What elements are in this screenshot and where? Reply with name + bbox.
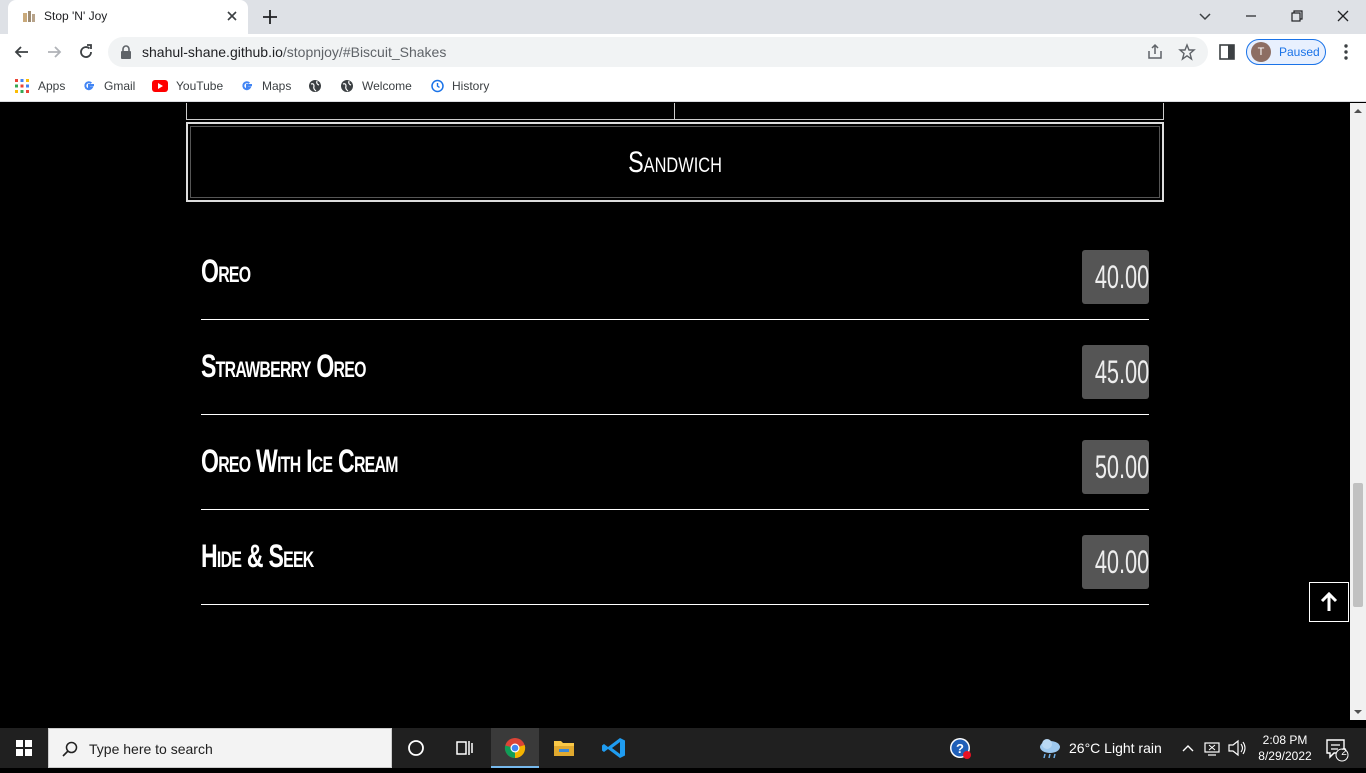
menu-item: Strawberry Oreo 45.00 bbox=[201, 320, 1149, 415]
tab-strip: Stop 'N' Joy bbox=[0, 0, 1366, 34]
tab-title: Stop 'N' Joy bbox=[44, 9, 108, 23]
item-name: Strawberry Oreo bbox=[201, 348, 366, 384]
google-icon bbox=[242, 81, 252, 91]
avatar: T bbox=[1251, 42, 1271, 62]
back-arrow-icon[interactable] bbox=[12, 42, 32, 62]
file-explorer-icon[interactable] bbox=[540, 728, 588, 768]
search-icon bbox=[62, 741, 78, 757]
chrome-icon bbox=[504, 738, 526, 759]
cortana-icon[interactable] bbox=[392, 728, 440, 768]
profile-status: Paused bbox=[1279, 45, 1320, 59]
arrow-up-icon bbox=[1320, 591, 1338, 611]
side-panel-icon[interactable] bbox=[1218, 43, 1236, 61]
bookmark-gmail[interactable]: Gmail bbox=[82, 76, 135, 96]
reload-icon[interactable] bbox=[76, 42, 96, 62]
lock-icon[interactable] bbox=[120, 45, 132, 59]
tab-search-chevron-icon[interactable] bbox=[1195, 6, 1215, 26]
chevron-up-icon[interactable] bbox=[1178, 728, 1198, 768]
forward-arrow-icon[interactable] bbox=[44, 42, 64, 62]
task-view-icon[interactable] bbox=[440, 728, 488, 768]
url-text[interactable]: shahul-shane.github.io/stopnjoy/#Biscuit… bbox=[142, 44, 446, 60]
search-placeholder: Type here to search bbox=[89, 741, 213, 757]
bookmark-youtube[interactable]: YouTube bbox=[152, 76, 223, 96]
system-clock[interactable]: 2:08 PM 8/29/2022 bbox=[1248, 732, 1322, 764]
item-price: 40.00 bbox=[1082, 250, 1149, 304]
globe-icon bbox=[341, 80, 353, 92]
page-bottom-edge bbox=[0, 720, 1350, 728]
item-price: 50.00 bbox=[1082, 440, 1149, 494]
clock-time: 2:08 PM bbox=[1262, 733, 1308, 747]
chrome-taskbar-button[interactable] bbox=[491, 728, 539, 768]
help-icon[interactable]: ? bbox=[945, 728, 977, 768]
item-name: Oreo With Ice Cream bbox=[201, 443, 398, 479]
globe-icon bbox=[309, 80, 321, 92]
section-header: Sandwich bbox=[186, 122, 1164, 202]
item-price: 45.00 bbox=[1082, 345, 1149, 399]
windows-start-icon[interactable] bbox=[0, 728, 48, 768]
svg-text:?: ? bbox=[956, 741, 964, 756]
close-window-icon[interactable] bbox=[1333, 6, 1353, 26]
volume-icon[interactable] bbox=[1226, 728, 1248, 768]
youtube-icon bbox=[152, 80, 168, 92]
browser-tab[interactable]: Stop 'N' Joy bbox=[8, 0, 248, 34]
browser-toolbar: shahul-shane.github.io/stopnjoy/#Biscuit… bbox=[0, 34, 1366, 70]
scroll-up-icon[interactable] bbox=[1354, 107, 1362, 115]
new-tab-icon[interactable] bbox=[260, 7, 280, 27]
vscode-icon[interactable] bbox=[590, 728, 638, 768]
weather-text[interactable]: 26°C Light rain bbox=[1069, 740, 1162, 756]
menu-item: Hide & Seek 40.00 bbox=[201, 510, 1149, 605]
bookmark-apps[interactable]: Apps bbox=[14, 76, 65, 96]
previous-section-table bbox=[186, 103, 1164, 120]
page-viewport: Sandwich Oreo 40.00 Strawberry Oreo 45.0… bbox=[0, 103, 1350, 720]
section-title: Sandwich bbox=[628, 146, 722, 179]
scroll-thumb[interactable] bbox=[1353, 483, 1363, 607]
taskbar-search-input[interactable]: Type here to search bbox=[48, 728, 392, 768]
bookmarks-bar: Apps Gmail YouTube Maps Welcome History bbox=[0, 70, 1366, 102]
table-divider bbox=[674, 103, 675, 120]
notification-count: 2 bbox=[1341, 747, 1347, 758]
network-icon[interactable] bbox=[1202, 728, 1224, 768]
item-name: Hide & Seek bbox=[201, 538, 314, 574]
address-bar[interactable]: shahul-shane.github.io/stopnjoy/#Biscuit… bbox=[108, 37, 1208, 67]
bookmark-maps[interactable]: Maps bbox=[240, 76, 291, 96]
google-icon bbox=[84, 81, 94, 91]
close-tab-icon[interactable] bbox=[224, 8, 240, 24]
clock-date: 8/29/2022 bbox=[1258, 749, 1312, 763]
minimize-icon[interactable] bbox=[1241, 6, 1261, 26]
page-scrollbar[interactable] bbox=[1350, 103, 1366, 720]
weather-cloud-icon[interactable] bbox=[1036, 728, 1064, 768]
bookmark-star-icon[interactable] bbox=[1178, 43, 1196, 61]
restore-icon[interactable] bbox=[1287, 6, 1307, 26]
more-menu-icon[interactable] bbox=[1336, 42, 1356, 62]
history-icon bbox=[431, 79, 444, 93]
menu-item: Oreo 40.00 bbox=[201, 225, 1149, 320]
item-name: Oreo bbox=[201, 253, 251, 289]
site-favicon-icon bbox=[23, 11, 35, 22]
item-price: 40.00 bbox=[1082, 535, 1149, 589]
back-to-top-button[interactable] bbox=[1309, 582, 1349, 622]
share-icon[interactable] bbox=[1146, 43, 1164, 61]
apps-grid-icon bbox=[15, 79, 29, 93]
scroll-down-icon[interactable] bbox=[1354, 708, 1362, 716]
profile-button[interactable]: T Paused bbox=[1246, 39, 1326, 65]
bookmark-globe[interactable] bbox=[308, 76, 330, 96]
bookmark-history[interactable]: History bbox=[430, 76, 489, 96]
windows-taskbar: Type here to search ? 26°C Light rain 2:… bbox=[0, 728, 1366, 768]
menu-item: Oreo With Ice Cream 50.00 bbox=[201, 415, 1149, 510]
bookmark-welcome[interactable]: Welcome bbox=[340, 76, 412, 96]
